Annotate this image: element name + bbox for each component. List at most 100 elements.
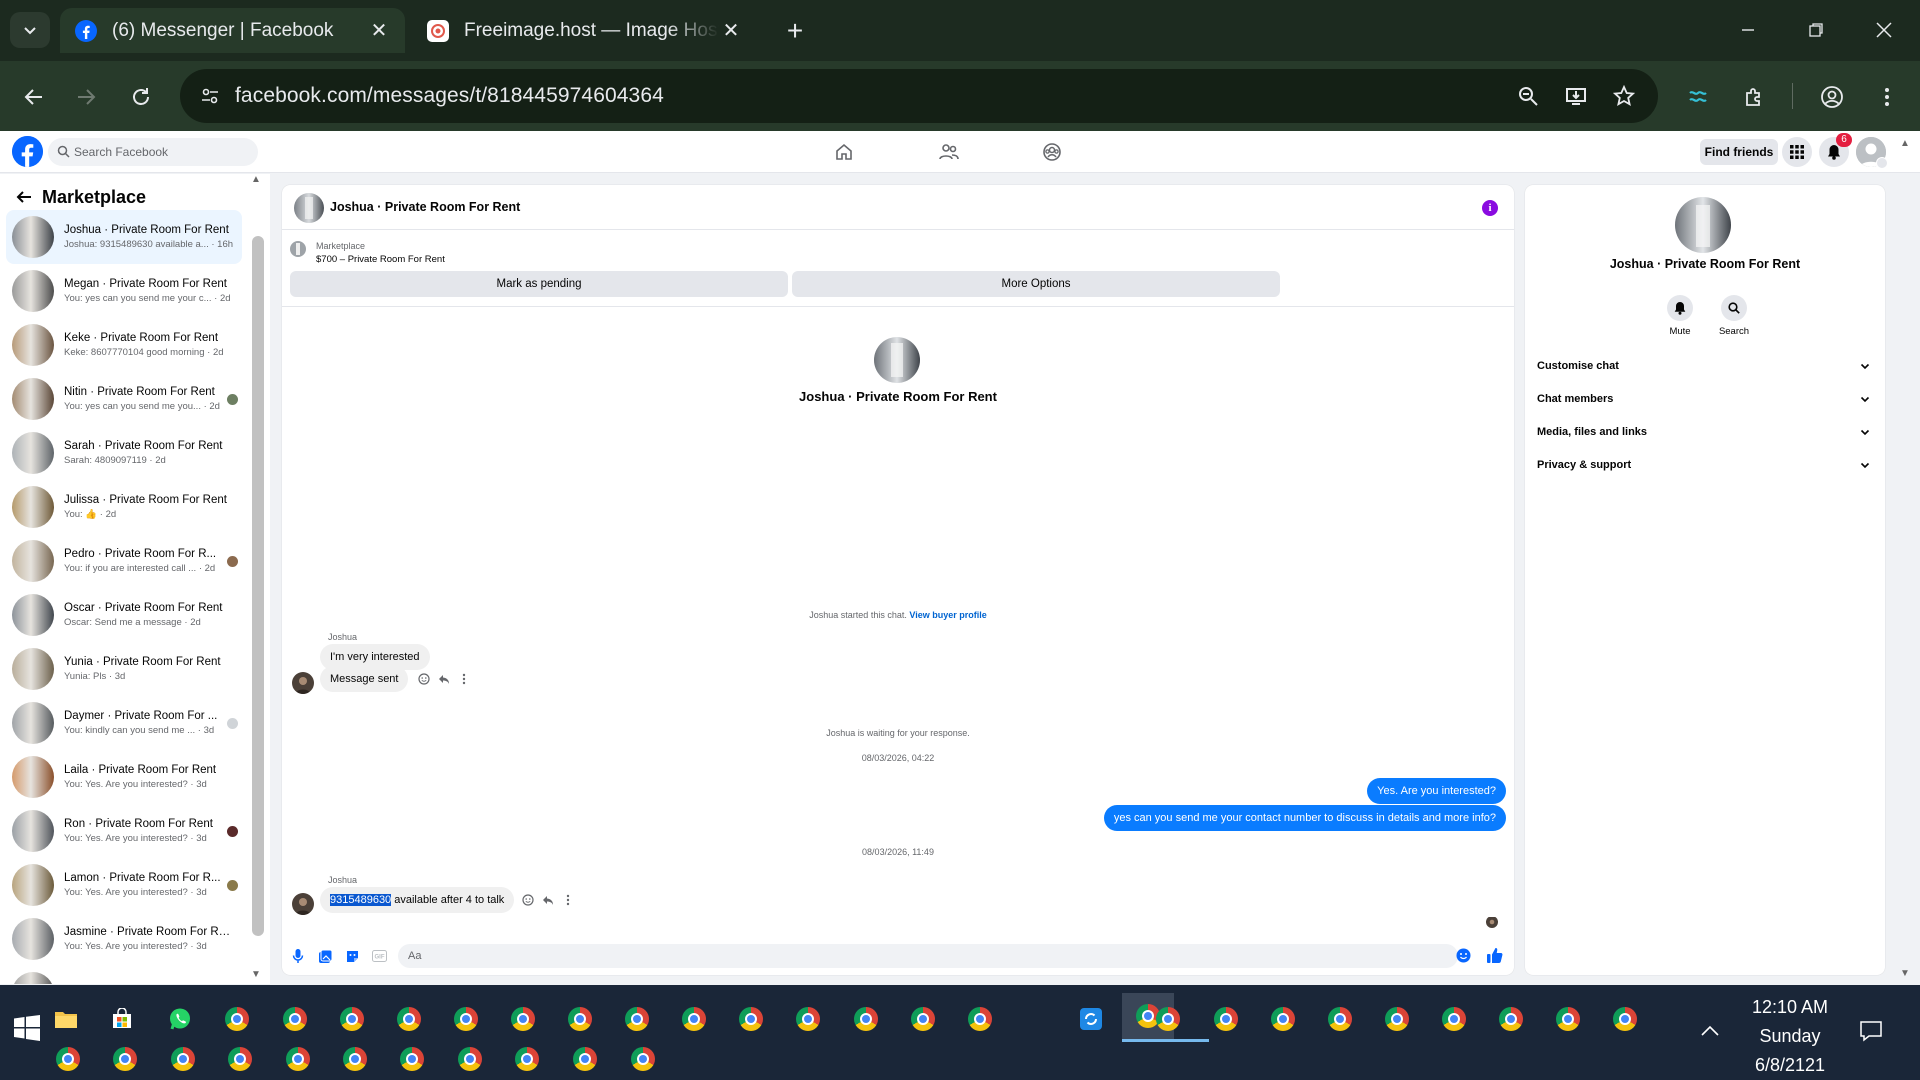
tab-search-button[interactable] [10,12,50,48]
minimize-button[interactable] [1718,8,1778,52]
bookmark-button[interactable] [1606,78,1642,114]
chrome-taskbar-icon[interactable] [450,1039,490,1079]
microphone-icon[interactable] [290,948,306,964]
close-tab-icon[interactable]: ✕ [719,19,743,43]
react-icon[interactable] [522,894,534,906]
mute-button[interactable]: Mute [1655,295,1705,337]
chat-list-item[interactable]: Ron · Private Room For Rent You: Yes. Are… [6,804,242,858]
scroll-up-arrow-icon[interactable]: ▲ [251,174,261,185]
chat-list-item[interactable]: Lamon · Private Room For R... You: Yes. A… [6,858,242,912]
back-button[interactable] [14,77,54,117]
zoom-button[interactable] [1510,78,1546,114]
facebook-search-input[interactable] [74,138,254,166]
more-options-button[interactable]: More Options [792,271,1280,297]
chrome-taskbar-icon[interactable] [48,1039,88,1079]
facebook-logo-icon[interactable] [12,136,43,167]
chrome-taskbar-icon[interactable] [846,999,886,1039]
outgoing-message[interactable]: Yes. Are you interested? [1367,778,1506,804]
chat-list-item[interactable]: Keke · Private Room For Rent Keke: 860777… [6,318,242,372]
reply-icon[interactable] [542,894,554,906]
windows-start-button[interactable] [14,1015,40,1041]
store-taskbar-icon[interactable] [102,999,142,1039]
chat-list-item[interactable]: Yunia · Private Room For Rent Yunia: Pls … [6,642,242,696]
close-tab-icon[interactable]: ✕ [367,19,391,43]
back-arrow-icon[interactable] [14,187,34,207]
chat-list-item[interactable]: Joshua · Private Room For Rent Joshua: 93… [6,210,242,264]
whatsapp-taskbar-icon[interactable] [160,999,200,1039]
chrome-taskbar-icon[interactable] [674,999,714,1039]
find-friends-button[interactable]: Find friends [1700,139,1778,165]
chrome-taskbar-icon[interactable] [565,1039,605,1079]
selected-phone-number[interactable]: 9315489630 [330,894,392,906]
install-app-button[interactable] [1558,78,1594,114]
chrome-taskbar-icon[interactable] [1491,999,1531,1039]
incoming-message[interactable]: Message sent [320,666,409,692]
chrome-taskbar-icon[interactable] [731,999,771,1039]
message-input-wrapper[interactable] [398,944,1458,968]
restore-button[interactable] [1786,8,1846,52]
chrome-taskbar-icon[interactable] [275,999,315,1039]
url-text[interactable]: facebook.com/messages/t/818445974604364 [235,84,664,108]
chrome-taskbar-icon[interactable] [507,1039,547,1079]
chat-list-item[interactable]: Susan · Private Room For Rent [6,966,242,984]
friends-nav-button[interactable] [935,139,963,165]
more-vertical-icon[interactable] [458,673,470,685]
page-scroll-up-icon[interactable]: ▲ [1900,138,1910,149]
chrome-taskbar-icon[interactable] [1206,999,1246,1039]
reply-icon[interactable] [438,673,450,685]
chrome-menu-button[interactable] [1868,78,1906,116]
chrome-taskbar-icon[interactable] [1148,999,1188,1039]
react-icon[interactable] [418,673,430,685]
chrome-taskbar-icon[interactable] [1320,999,1360,1039]
chrome-taskbar-icon[interactable] [623,1039,663,1079]
chrome-taskbar-icon[interactable] [1377,999,1417,1039]
reload-button[interactable] [121,77,161,117]
chat-list-item[interactable]: Nitin · Private Room For Rent You: yes ca… [6,372,242,426]
info-avatar[interactable] [1675,197,1731,253]
chrome-taskbar-icon[interactable] [560,999,600,1039]
close-window-button[interactable] [1854,8,1914,52]
chrome-taskbar-icon[interactable] [1548,999,1588,1039]
mark-as-pending-button[interactable]: Mark as pending [290,271,788,297]
chrome-taskbar-icon[interactable] [217,999,257,1039]
conversation-title[interactable]: Joshua · Private Room For Rent [330,200,520,214]
customise-chat-row[interactable]: Customise chat [1537,351,1875,381]
site-info-button[interactable] [192,78,228,114]
chrome-taskbar-icon[interactable] [335,1039,375,1079]
action-center-button[interactable] [1858,1019,1884,1043]
file-explorer-taskbar-icon[interactable] [46,999,86,1039]
buyer-avatar[interactable] [874,337,920,383]
chrome-taskbar-icon[interactable] [389,999,429,1039]
chrome-taskbar-icon[interactable] [960,999,1000,1039]
search-in-conversation-button[interactable]: Search [1709,295,1759,337]
scroll-down-arrow-icon[interactable]: ▼ [251,969,261,980]
view-buyer-profile-link[interactable]: View buyer profile [909,610,986,620]
home-nav-button[interactable] [830,139,858,165]
tab-messenger[interactable]: (6) Messenger | Facebook ✕ [60,8,405,53]
chrome-taskbar-icon[interactable] [503,999,543,1039]
chat-list-item[interactable]: Sarah · Private Room For Rent Sarah: 4809… [6,426,242,480]
chat-list-item[interactable]: Oscar · Private Room For Rent Oscar: Send… [6,588,242,642]
extension-button[interactable] [1680,78,1718,116]
chrome-taskbar-icon[interactable] [617,999,657,1039]
sync-app-taskbar-icon[interactable] [1071,999,1111,1039]
chrome-taskbar-icon[interactable] [163,1039,203,1079]
chrome-taskbar-icon[interactable] [1263,999,1303,1039]
address-bar[interactable]: facebook.com/messages/t/818445974604364 [180,69,1658,123]
chat-list-scroll-thumb[interactable] [252,236,264,936]
gif-icon[interactable]: GIF [371,948,387,964]
chat-list-item[interactable]: Laila · Private Room For Rent You: Yes. A… [6,750,242,804]
chrome-taskbar-icon[interactable] [220,1039,260,1079]
chat-list-item[interactable]: Megan · Private Room For Rent You: yes ca… [6,264,242,318]
sticker-icon[interactable] [344,948,360,964]
chat-list-item[interactable]: Julissa · Private Room For Rent You: 👍 · … [6,480,242,534]
outgoing-message[interactable]: yes can you send me your contact number … [1103,805,1506,831]
new-tab-button[interactable]: + [778,14,812,48]
conversation-info-button[interactable]: i [1482,200,1498,216]
chrome-taskbar-icon[interactable] [903,999,943,1039]
chrome-taskbar-icon[interactable] [446,999,486,1039]
show-hidden-icons-button[interactable] [1700,1021,1720,1041]
groups-nav-button[interactable] [1038,139,1066,165]
privacy-support-row[interactable]: Privacy & support [1537,450,1875,480]
chrome-taskbar-icon[interactable] [1605,999,1645,1039]
